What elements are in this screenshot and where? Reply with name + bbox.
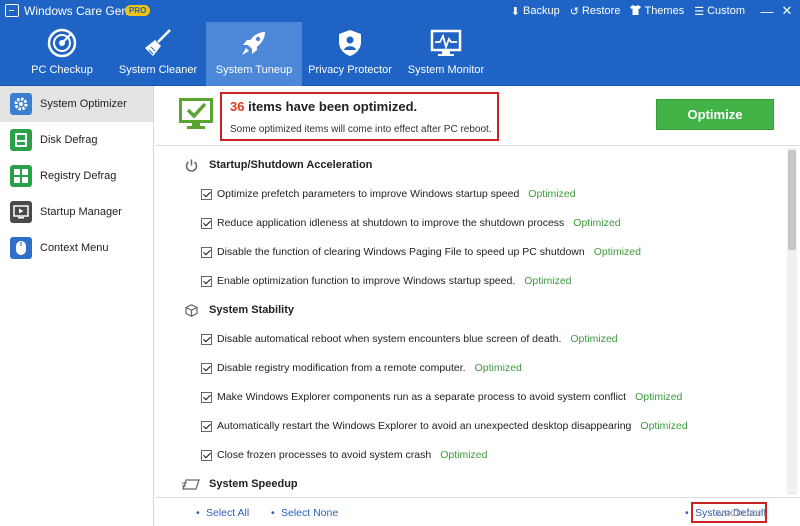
tab-pc-checkup[interactable]: PC Checkup [14, 22, 110, 86]
section-startup-shutdown: Startup/Shutdown Acceleration [155, 155, 372, 175]
themes-link[interactable]: Themes [630, 4, 684, 18]
tab-privacy-protector[interactable]: Privacy Protector [302, 22, 398, 86]
option-checkbox[interactable] [201, 246, 212, 258]
options-list: Startup/Shutdown Acceleration Optimize p… [155, 147, 786, 496]
speed-icon [181, 478, 201, 490]
sidebar-item-system-optimizer[interactable]: System Optimizer [0, 86, 153, 122]
option-checkbox[interactable] [201, 362, 212, 374]
list-item: Automatically restart the Windows Explor… [201, 417, 688, 435]
status-badge: Optimized [528, 188, 576, 200]
status-badge: Optimized [474, 362, 522, 374]
grid-icon [10, 165, 32, 187]
option-checkbox[interactable] [201, 188, 212, 200]
disk-icon [10, 129, 32, 151]
app-header: Windows Care Genius PRO ⬇ Backup ↺ Resto… [0, 0, 800, 86]
bullet-icon: • [685, 507, 689, 519]
top-links: ⬇ Backup ↺ Restore Themes ☰ Custom — ✕ [511, 3, 795, 19]
radar-icon [47, 28, 77, 58]
option-checkbox[interactable] [201, 275, 212, 287]
monitor-icon [430, 29, 462, 56]
tab-system-monitor[interactable]: System Monitor [398, 22, 494, 86]
custom-link[interactable]: ☰ Custom [694, 5, 745, 18]
monitor-check-icon [179, 98, 213, 129]
bullet-icon: • [196, 507, 200, 519]
list-item: Reduce application idleness at shutdown … [201, 214, 621, 232]
cube-icon [181, 303, 201, 317]
option-checkbox[interactable] [201, 333, 212, 345]
list-item: Disable the function of clearing Windows… [201, 243, 641, 261]
main-nav: PC Checkup System Cleaner System Tuneup [14, 22, 494, 86]
app-logo-icon [5, 4, 19, 17]
optimized-count: 36 [230, 99, 245, 114]
summary-title: 36 items have been optimized. [230, 99, 418, 114]
tab-system-tuneup[interactable]: System Tuneup [206, 22, 302, 86]
bullet-icon: • [271, 507, 275, 519]
section-system-stability: System Stability [155, 300, 294, 320]
watermark: wsxdn.com [716, 508, 767, 519]
sidebar-item-registry-defrag[interactable]: Registry Defrag [0, 158, 153, 194]
options-footer: • Select All • Select None • System Defa… [155, 497, 800, 526]
optimization-summary: 36 items have been optimized. Some optim… [155, 86, 800, 146]
option-checkbox[interactable] [201, 449, 212, 461]
backup-link[interactable]: ⬇ Backup [511, 5, 560, 18]
gear-icon [10, 93, 32, 115]
status-badge: Optimized [640, 420, 688, 432]
status-badge: Optimized [570, 333, 618, 345]
option-checkbox[interactable] [201, 420, 212, 432]
select-all-link[interactable]: Select All [206, 507, 249, 519]
sidebar-item-startup-manager[interactable]: Startup Manager [0, 194, 153, 230]
broom-icon [145, 29, 171, 56]
optimize-button[interactable]: Optimize [656, 99, 774, 130]
option-checkbox[interactable] [201, 391, 212, 403]
list-item: Disable registry modification from a rem… [201, 359, 522, 377]
restore-link[interactable]: ↺ Restore [570, 5, 621, 18]
options-scrollbar[interactable] [787, 148, 797, 495]
select-none-link[interactable]: Select None [281, 507, 338, 519]
summary-subtitle: Some optimized items will come into effe… [230, 124, 492, 135]
status-badge: Optimized [440, 449, 488, 461]
list-item: Make Windows Explorer components run as … [201, 388, 682, 406]
title-bar: Windows Care Genius PRO ⬇ Backup ↺ Resto… [0, 0, 800, 22]
rocket-icon [242, 32, 265, 55]
minimize-button[interactable]: — [759, 4, 775, 19]
mouse-icon [10, 237, 32, 259]
list-item: Disable automatical reboot when system e… [201, 330, 618, 348]
restore-icon: ↺ [569, 5, 579, 18]
list-item: Close frozen processes to avoid system c… [201, 446, 487, 464]
sidebar-item-disk-defrag[interactable]: Disk Defrag [0, 122, 153, 158]
section-system-speedup: System Speedup [155, 474, 298, 494]
list-item: Enable optimization function to improve … [201, 272, 572, 290]
list-item: Optimize prefetch parameters to improve … [201, 185, 576, 203]
status-badge: Optimized [573, 217, 621, 229]
pro-badge: PRO [125, 5, 151, 16]
startup-icon [10, 201, 32, 223]
shield-icon [339, 30, 361, 56]
status-badge: Optimized [593, 246, 641, 258]
download-icon: ⬇ [510, 5, 521, 18]
sidebar: System Optimizer Disk Defrag Registry De… [0, 86, 154, 526]
summary-highlight-box: 36 items have been optimized. Some optim… [220, 92, 499, 141]
scroll-thumb[interactable] [788, 150, 796, 250]
power-icon [181, 159, 201, 172]
status-badge: Optimized [635, 391, 683, 403]
list-icon: ☰ [694, 5, 705, 18]
option-checkbox[interactable] [201, 217, 212, 229]
close-button[interactable]: ✕ [779, 3, 795, 19]
sidebar-item-context-menu[interactable]: Context Menu [0, 230, 153, 266]
status-badge: Optimized [524, 275, 572, 287]
shirt-icon [630, 4, 642, 18]
tab-system-cleaner[interactable]: System Cleaner [110, 22, 206, 86]
